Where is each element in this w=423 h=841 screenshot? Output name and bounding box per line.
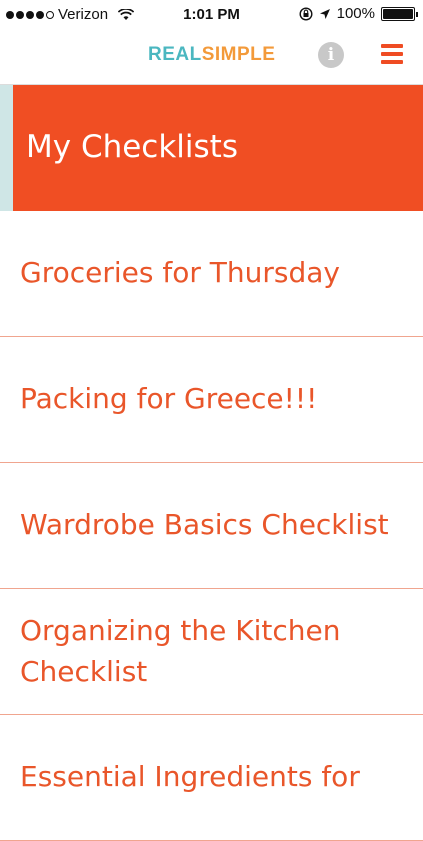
list-item-label: Packing for Greece!!!: [20, 382, 318, 416]
header-accent-bar: [0, 85, 13, 211]
list-item-label: Organizing the Kitchen Checklist: [20, 613, 341, 688]
checklist-list: Groceries for Thursday Packing for Greec…: [0, 211, 423, 841]
status-bar: Verizon 1:01 PM 100%: [0, 0, 423, 30]
list-item[interactable]: Groceries for Thursday: [0, 211, 423, 337]
list-item[interactable]: Organizing the Kitchen Checklist: [0, 589, 423, 715]
logo-real-text: REAL: [148, 44, 202, 65]
real-simple-logo[interactable]: REALSIMPLE: [148, 44, 275, 66]
list-item[interactable]: Wardrobe Basics Checklist: [0, 463, 423, 589]
hamburger-menu-icon[interactable]: [381, 44, 403, 64]
logo-simple-text: SIMPLE: [201, 44, 276, 65]
list-item[interactable]: Essential Ingredients for: [0, 715, 423, 841]
info-icon[interactable]: i: [318, 42, 344, 68]
list-item-label: Groceries for Thursday: [20, 256, 340, 290]
battery-icon: [381, 6, 418, 21]
list-item-label: Wardrobe Basics Checklist: [20, 508, 389, 542]
navigation-bar: REALSIMPLE i: [0, 30, 423, 85]
list-item-label: Essential Ingredients for: [20, 760, 360, 794]
rotation-lock-icon: [299, 6, 313, 21]
status-right: 100%: [299, 5, 418, 22]
page-title: My Checklists: [26, 129, 238, 165]
my-checklists-header: My Checklists: [0, 85, 423, 211]
list-item[interactable]: Packing for Greece!!!: [0, 337, 423, 463]
battery-percent: 100%: [336, 5, 375, 22]
location-arrow-icon: [319, 8, 330, 19]
